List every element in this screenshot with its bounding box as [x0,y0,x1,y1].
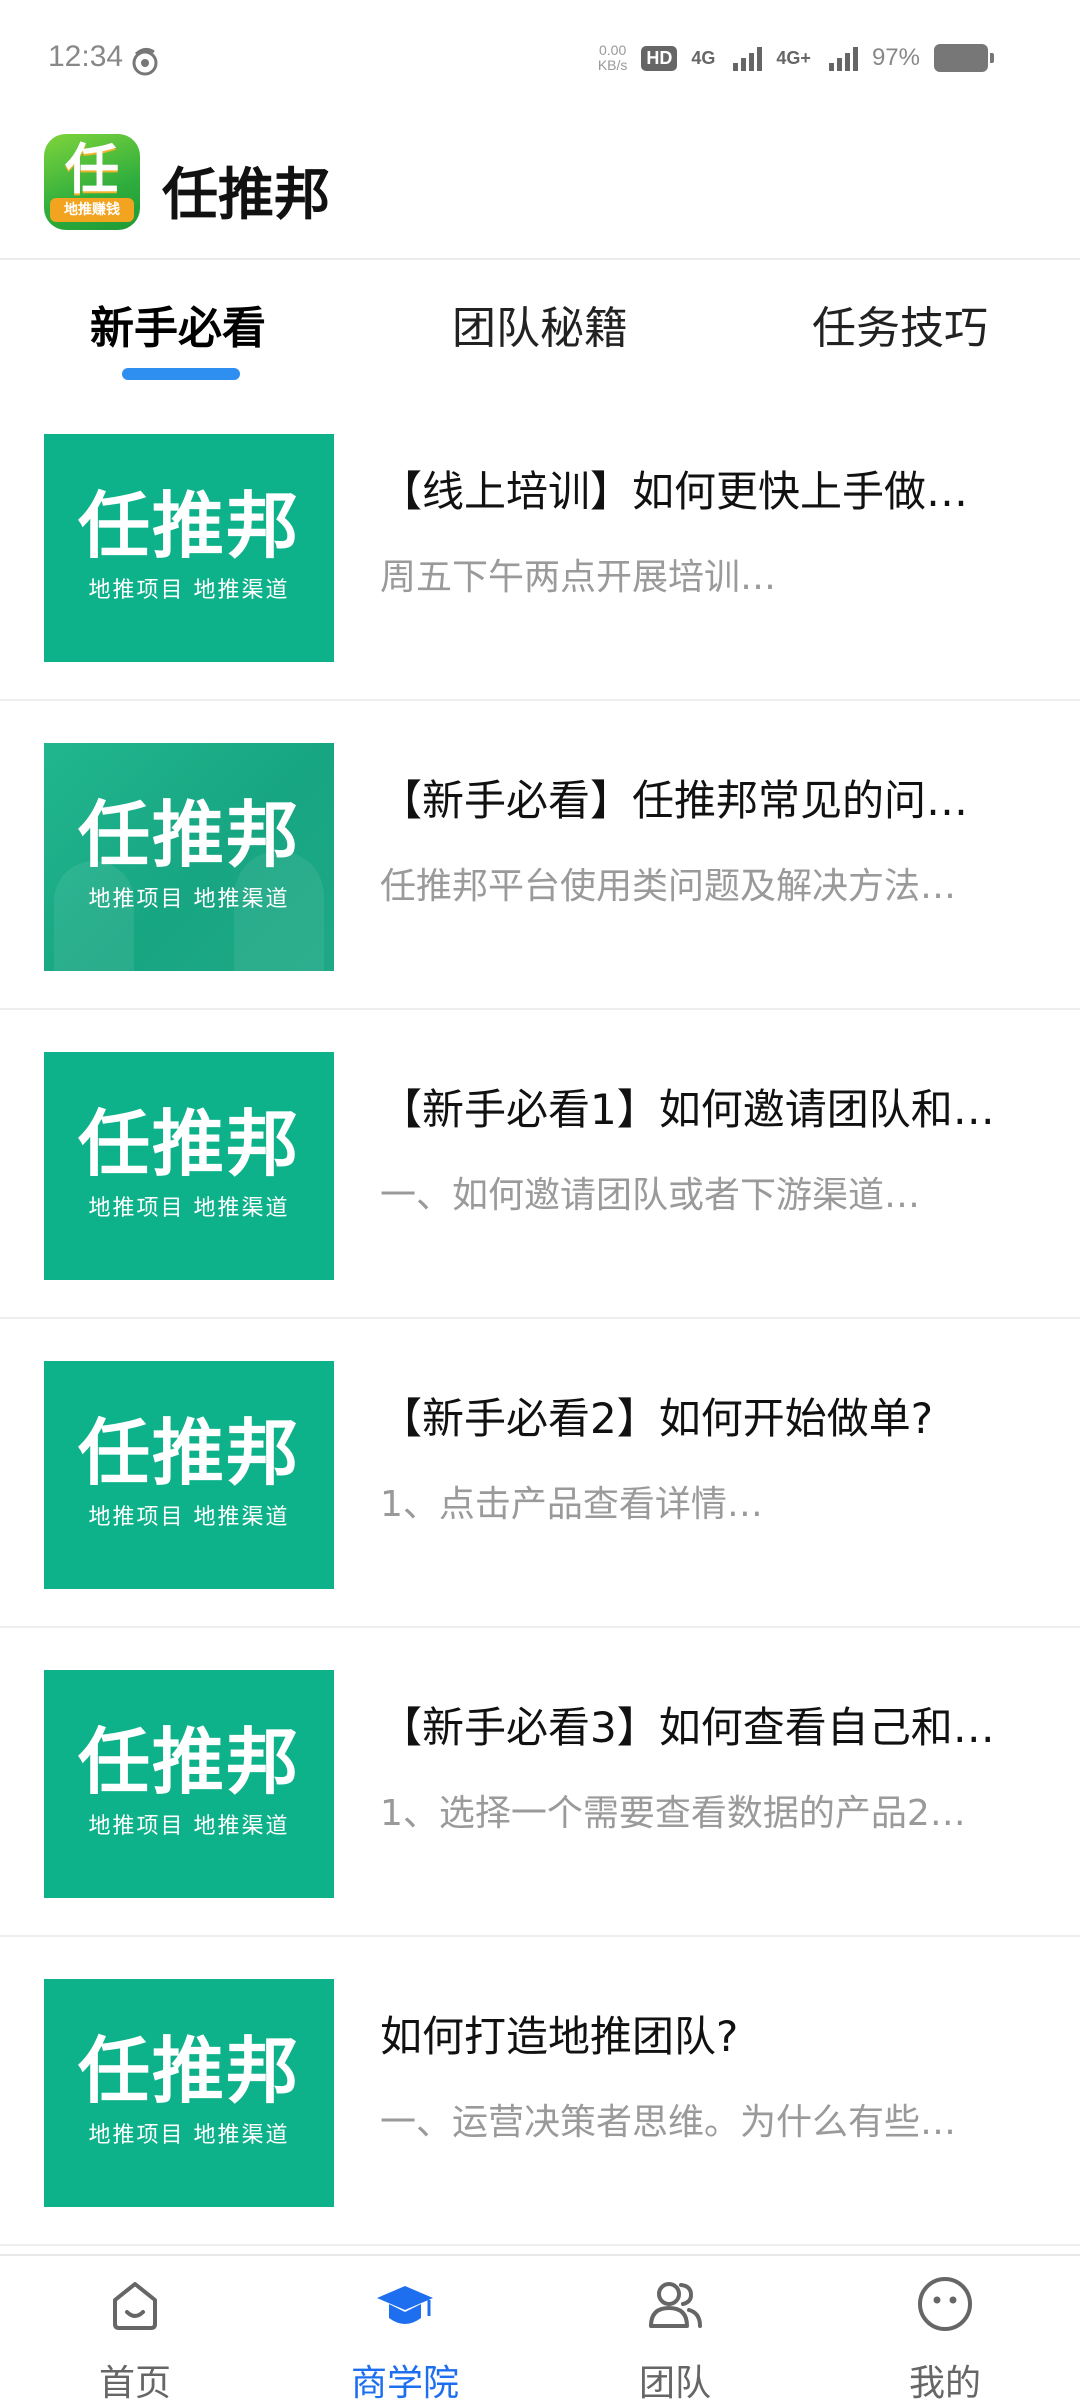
tab-team-secrets[interactable]: 团队秘籍 [452,292,628,356]
nav-academy-label: 商学院 [350,2363,459,2404]
thumbnail-brand: 任推邦 [77,1102,300,1186]
nav-profile-label: 我的 [908,2363,981,2404]
article-item[interactable]: 任推邦 地推项目 地推渠道 【新手必看2】如何开始做单? 1、点击产品查看详情… [0,1319,1080,1628]
signal-icon-sim1 [733,45,763,71]
thumbnail-brand: 任推邦 [77,793,300,877]
thumbnail-brand: 任推邦 [77,484,300,568]
article-title: 【新手必看2】如何开始做单? [380,1394,934,1443]
team-icon [649,2282,702,2328]
article-item[interactable]: 任推邦 地推项目 地推渠道 【新手必看3】如何查看自己和… 1、选择一个需要查看… [0,1628,1080,1937]
profile-face-icon [918,2277,972,2331]
net-speed: 0.00 KB/s [598,43,628,73]
graduation-cap-icon [377,2286,433,2324]
category-tabs: 新手必看 团队秘籍 任务技巧 [0,262,1080,392]
thumbnail-brand: 任推邦 [77,2029,300,2113]
article-title: 【新手必看】任推邦常见的问… [380,776,969,825]
status-right-group: 0.00 KB/s HD 4G 4G+ 97% [598,38,994,78]
thumbnail-sub: 地推项目 地推渠道 [88,1196,290,1221]
article-desc: 1、点击产品查看详情… [380,1484,763,1525]
nav-home-label: 首页 [98,2363,171,2404]
article-thumbnail: 任推邦 地推项目 地推渠道 [44,434,334,662]
sim2-label: 4G+ [776,47,811,68]
article-thumbnail: 任推邦 地推项目 地推渠道 [44,1979,334,2207]
app-logo: 任 地推赚钱 [44,134,140,230]
net-speed-unit: KB/s [597,57,628,73]
article-desc: 周五下午两点开展培训… [380,557,777,598]
nav-academy[interactable]: 商学院 [270,2256,540,2408]
article-desc: 一、如何邀请团队或者下游渠道… [380,1175,921,1216]
nav-team-label: 团队 [638,2363,711,2404]
thumbnail-sub: 地推项目 地推渠道 [88,1505,290,1530]
app-title: 任推邦 [162,163,330,228]
nav-profile[interactable]: 我的 [810,2256,1080,2408]
article-thumbnail: 任推邦 地推项目 地推渠道 [44,743,334,971]
status-bar: 12:34 0.00 KB/s HD 4G 4G+ 97% [0,0,1080,120]
battery-icon [934,44,994,72]
thumbnail-sub: 地推项目 地推渠道 [88,1814,290,1839]
article-title: 【新手必看1】如何邀请团队和… [380,1085,995,1134]
article-list: 任推邦 地推项目 地推渠道 【线上培训】如何更快上手做… 周五下午两点开展培训…… [0,392,1080,2246]
article-item[interactable]: 任推邦 地推项目 地推渠道 【新手必看】任推邦常见的问… 任推邦平台使用类问题及… [0,701,1080,1010]
signal-icon-sim2 [828,45,858,71]
tab-task-tips[interactable]: 任务技巧 [812,292,988,356]
home-icon [113,2282,157,2330]
app-logo-strip: 地推赚钱 [50,198,134,222]
thumbnail-sub: 地推项目 地推渠道 [88,887,290,912]
thumbnail-sub: 地推项目 地推渠道 [88,578,290,603]
article-thumbnail: 任推邦 地推项目 地推渠道 [44,1052,334,1280]
article-item[interactable]: 任推邦 地推项目 地推渠道 【线上培训】如何更快上手做… 周五下午两点开展培训… [0,392,1080,701]
nav-home[interactable]: 首页 [0,2256,270,2408]
article-desc: 任推邦平台使用类问题及解决方法… [380,866,957,907]
net-speed-value: 0.00 [598,42,627,58]
notification-swirl-icon [132,47,158,76]
article-desc: 一、运营决策者思维。为什么有些… [380,2102,957,2143]
bottom-nav: 首页 商学院 团队 我的 [0,2254,1080,2408]
article-item[interactable]: 任推邦 地推项目 地推渠道 如何打造地推团队? 一、运营决策者思维。为什么有些… [0,1937,1080,2246]
article-thumbnail: 任推邦 地推项目 地推渠道 [44,1361,334,1589]
nav-team[interactable]: 团队 [540,2256,810,2408]
article-item[interactable]: 任推邦 地推项目 地推渠道 【新手必看1】如何邀请团队和… 一、如何邀请团队或者… [0,1010,1080,1319]
status-time: 12:34 [48,40,124,73]
article-title: 【线上培训】如何更快上手做… [380,467,969,516]
app-logo-char: 任 [65,138,119,201]
tab-newbie-guide[interactable]: 新手必看 [90,292,266,356]
app-header: 任 地推赚钱 任推邦 [0,120,1080,260]
thumbnail-brand: 任推邦 [77,1720,300,1804]
article-title: 如何打造地推团队? [380,2012,739,2061]
thumbnail-brand: 任推邦 [77,1411,300,1495]
tab-active-indicator [122,368,240,380]
thumbnail-sub: 地推项目 地推渠道 [88,2123,290,2148]
article-desc: 1、选择一个需要查看数据的产品2… [380,1793,966,1834]
article-title: 【新手必看3】如何查看自己和… [380,1703,995,1752]
sim1-label: 4G [691,47,716,68]
article-thumbnail: 任推邦 地推项目 地推渠道 [44,1670,334,1898]
hd-badge: HD [641,45,678,71]
battery-percent: 97% [871,44,920,71]
